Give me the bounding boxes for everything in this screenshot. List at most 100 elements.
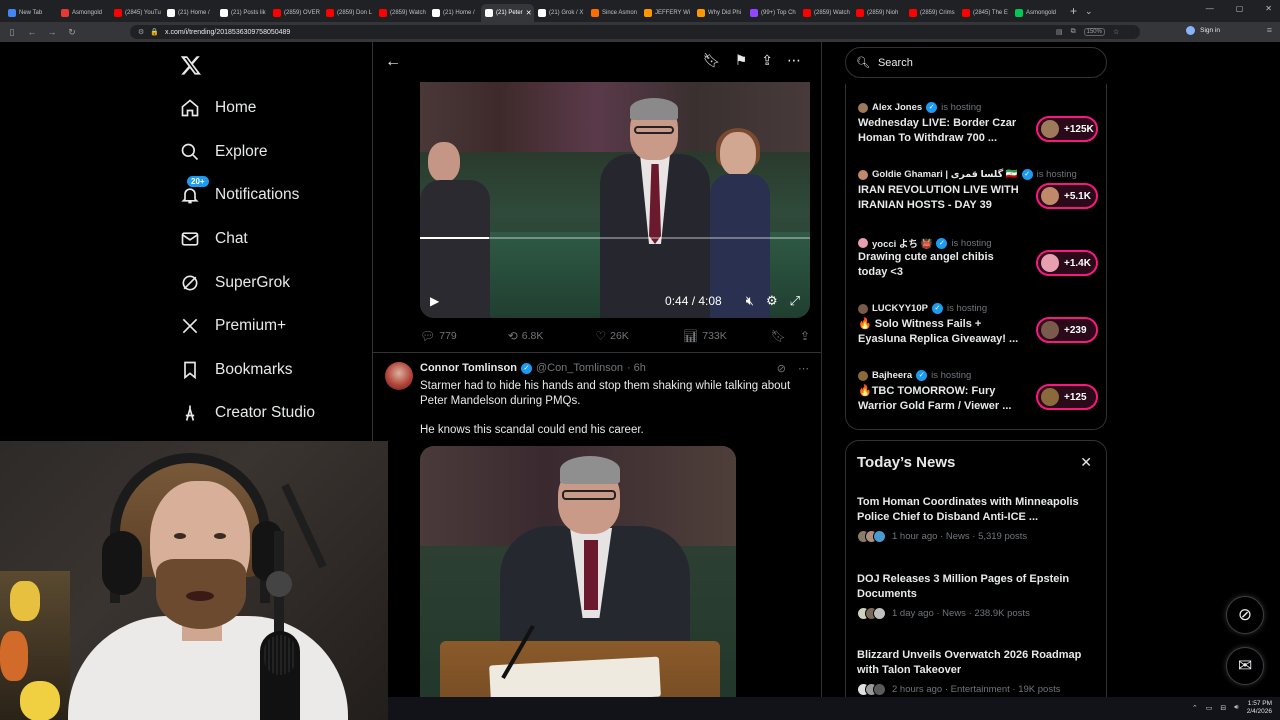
live-space-item[interactable]: Bajheera ✓ is hosting 🔥TBC TOMORROW: Fury W… [858,370,1098,436]
browser-tab[interactable]: Asmongold [57,4,110,22]
live-space-item[interactable]: Alex Jones ✓ is hosting Wednesday LIVE: Bor… [858,102,1098,168]
fullscreen-icon[interactable]: ⤢ [790,293,800,309]
share-icon[interactable]: ⇪ [800,329,810,343]
more-icon[interactable]: ⋯ [798,362,809,375]
browser-tab[interactable]: (2859) OVER [269,4,322,22]
reload-icon[interactable]: ↻ [64,27,80,38]
browser-tab[interactable]: (2859) Watch [375,4,428,22]
zoom-level[interactable]: 150% [1083,28,1105,36]
browser-tab[interactable]: (2845) The E [958,4,1011,22]
nav-premium[interactable]: Premium+ [180,316,286,336]
tab-close-icon[interactable]: ✕ [526,9,532,17]
author-name[interactable]: Connor Tomlinson [420,362,517,374]
post-image[interactable] [420,446,736,702]
nav-supergrok[interactable]: SuperGrok [180,273,290,293]
browser-menu-icon[interactable]: ≡ [1267,25,1272,35]
minimize-icon[interactable]: — [1206,4,1214,13]
profile-button[interactable]: Sign in [1186,26,1220,35]
browser-tab[interactable]: (2859) Crims [905,4,958,22]
bookmark-star-icon[interactable]: ☆ [1113,28,1119,36]
nav-notifications[interactable]: 20+ Notifications [180,175,299,205]
reader-icon[interactable]: ▤ [1056,28,1063,36]
browser-tab[interactable]: (2859) Nioh [852,4,905,22]
site-info-icon[interactable]: ⚙ [138,28,144,36]
video-player[interactable]: ▶ 0:44 / 4:08 🔇︎ ⚙ ⤢ [420,82,810,318]
tab-favicon-icon [1015,9,1023,17]
browser-tab[interactable]: (21) Peter ✕ [481,4,534,22]
display-icon[interactable]: ▭ [1206,704,1213,712]
bookmark-icon[interactable]: 🔖︎ [771,329,786,343]
column-divider [821,42,822,702]
nav-chat[interactable]: Chat [180,229,248,249]
like-button[interactable]: ♡ 26K [595,329,683,343]
browser-tab[interactable]: (2859) Don L [322,4,375,22]
mute-icon[interactable]: 🔇︎ [746,293,754,309]
live-space-item[interactable]: Goldie Ghamari | گلسا قمری 🇮🇷 ✓ is hosting… [858,169,1098,235]
network-icon[interactable]: ⊟ [1220,704,1226,712]
search-input[interactable]: 🔍︎ Search [845,47,1107,78]
live-space-item[interactable]: LUCKYY10P ✓ is hosting 🔥 Solo Witness Fails… [858,303,1098,369]
views-button[interactable]: 📊︎ 733K [683,329,771,343]
live-space-item[interactable]: yocci よち 👹 ✓ is hosting Drawing cute angel … [858,236,1098,302]
more-icon[interactable]: ⋯ [787,52,801,69]
listener-count-pill[interactable]: +239 [1036,317,1098,343]
sidebar-toggle-icon[interactable]: ▯ [4,27,20,38]
avatar[interactable] [385,362,413,390]
settings-icon[interactable]: ⚙ [766,293,778,309]
grok-fab-button[interactable]: ⊘ [1226,596,1264,634]
host-status: is hosting [931,370,972,381]
maximize-icon[interactable]: ▢ [1236,4,1244,13]
play-icon[interactable]: ▶ [430,294,439,308]
back-icon[interactable]: ← [24,27,40,37]
grok-icon[interactable]: ⊘ [777,362,786,375]
bookmark-icon[interactable]: 🔖︎ [703,52,721,69]
browser-tab-bar: New Tab Asmongold (2845) YouTu (21) Home / (… [0,0,1280,22]
screenshot-icon[interactable]: ⧉ [1071,28,1076,36]
nav-creator-studio[interactable]: Creator Studio [180,403,315,423]
forward-icon[interactable]: → [44,27,60,37]
browser-tab[interactable]: (21) Home / [163,4,216,22]
browser-tab[interactable]: (21) Home / [428,4,481,22]
browser-tab[interactable]: Asmongold [1011,4,1064,22]
browser-tab[interactable]: (21) Posts lik [216,4,269,22]
author-handle[interactable]: @Con_Tomlinson [536,362,623,374]
x-logo-icon[interactable] [180,54,202,76]
video-progress-bar[interactable] [420,237,810,239]
space-avatar [1041,388,1059,406]
volume-icon[interactable]: 🔊︎ [1234,704,1238,712]
messages-fab-button[interactable]: ✉ [1226,647,1264,685]
listener-count-pill[interactable]: +1.4K [1036,250,1098,276]
listener-count-pill[interactable]: +125 [1036,384,1098,410]
back-arrow-icon[interactable]: ← [385,53,401,71]
url-field[interactable]: ⚙ 🔒 x.com/i/trending/2018536309758050489 [130,25,1140,39]
browser-tab[interactable]: New Tab [4,4,57,22]
browser-tab[interactable]: JEFFERY Wi [640,4,693,22]
chevron-up-icon[interactable]: ⌃ [1192,704,1198,712]
browser-tab[interactable]: (2845) YouTu [110,4,163,22]
flag-icon[interactable]: ⚑ [735,52,748,69]
new-tab-icon[interactable]: + [1070,4,1077,18]
nav-explore[interactable]: Explore [180,142,268,162]
browser-tab[interactable]: Why Did Phi [693,4,746,22]
nav-bookmarks[interactable]: Bookmarks [180,360,293,380]
repost-button[interactable]: ⟲ 6.8K [508,329,596,343]
tab-search-icon[interactable]: ⌄ [1085,6,1093,17]
browser-tab[interactable]: (99+) Top Ch [746,4,799,22]
post-actions: 💬︎ 779 ⟲ 6.8K ♡ 26K 📊︎ 733K 🔖︎ ⇪ [420,327,810,345]
listener-count-pill[interactable]: +125K [1036,116,1098,142]
close-icon[interactable]: ✕ [1080,454,1092,471]
listener-count-pill[interactable]: +5.1K [1036,183,1098,209]
taskbar-clock[interactable]: 1:57 PM 2/4/2026 [1247,700,1272,716]
nav-home[interactable]: Home [180,98,256,118]
news-item[interactable]: Tom Homan Coordinates with Minneapolis P… [857,495,1097,543]
news-item[interactable]: DOJ Releases 3 Million Pages of Epstein … [857,572,1097,620]
browser-tab[interactable]: (2859) Watch [799,4,852,22]
browser-tab[interactable]: (21) Grok / X [534,4,587,22]
close-icon[interactable]: ✕ [1265,4,1272,13]
reply-button[interactable]: 💬︎ 779 [420,329,508,343]
post-time[interactable]: · 6h [627,362,646,374]
browser-tab[interactable]: Since Asmon [587,4,640,22]
share-icon[interactable]: ⇪ [761,52,773,69]
news-item[interactable]: Blizzard Unveils Overwatch 2026 Roadmap … [857,648,1097,696]
tab-favicon-icon [644,9,652,17]
